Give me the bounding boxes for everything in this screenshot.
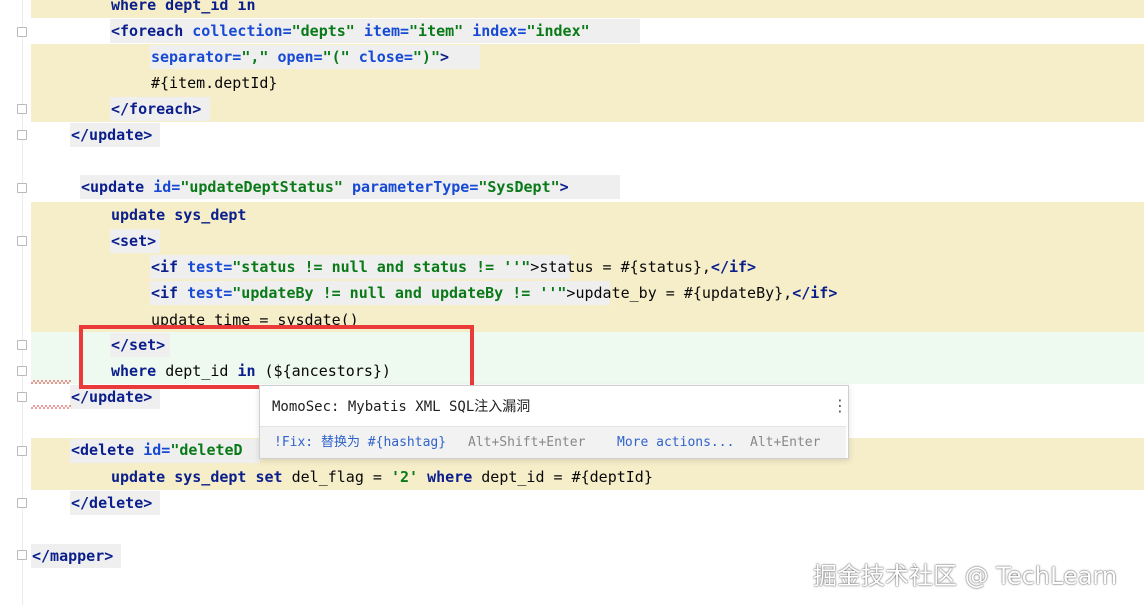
xml-tag-close: > bbox=[559, 178, 569, 196]
xml-attribute: test= bbox=[187, 284, 233, 302]
sql-text: where dept_id in bbox=[111, 0, 256, 14]
kebab-menu-icon[interactable]: ⋮ bbox=[832, 397, 848, 415]
xml-value: "(" bbox=[322, 48, 350, 66]
xml-tag: <set> bbox=[111, 232, 157, 250]
xml-tag: </delete> bbox=[71, 494, 153, 512]
fold-marker[interactable] bbox=[17, 550, 27, 560]
xml-attribute: id= bbox=[153, 178, 181, 196]
sql-text: del_flag = bbox=[291, 468, 382, 486]
xml-tag: <if bbox=[151, 258, 179, 276]
popup-title: MomoSec: Mybatis XML SQL注入漏洞 bbox=[272, 399, 531, 415]
more-actions-link[interactable]: More actions... bbox=[617, 427, 734, 458]
code-line[interactable]: update sys_dept bbox=[111, 202, 246, 228]
xml-attribute: close= bbox=[358, 48, 413, 66]
xml-attribute: open= bbox=[277, 48, 323, 66]
fold-marker[interactable] bbox=[17, 498, 27, 508]
fix-shortcut: Alt+Shift+Enter bbox=[468, 435, 586, 450]
inspection-popup[interactable]: MomoSec: Mybatis XML SQL注入漏洞 ⋮ !Fix: 替换为… bbox=[259, 385, 849, 459]
gutter-divider bbox=[22, 0, 23, 605]
placeholder-text: #{item.deptId} bbox=[151, 74, 278, 92]
watermark: 掘金技术社区 @ TechLearn bbox=[813, 562, 1118, 590]
xml-tag: </if> bbox=[792, 284, 838, 302]
sql-keyword: where bbox=[427, 468, 473, 486]
sql-text: update sys_dept bbox=[111, 206, 247, 224]
xml-attribute: separator= bbox=[151, 48, 242, 66]
xml-tag: <if bbox=[151, 284, 179, 302]
code-line[interactable]: separator="," open="(" close=")"> bbox=[151, 44, 449, 70]
sql-text: >status = #{status}, bbox=[530, 258, 711, 276]
sql-keyword: set bbox=[255, 468, 283, 486]
xml-tag-close: > bbox=[440, 48, 450, 66]
fold-marker[interactable] bbox=[17, 340, 27, 350]
fold-marker[interactable] bbox=[17, 104, 27, 114]
fold-marker[interactable] bbox=[17, 27, 27, 37]
fold-marker[interactable] bbox=[17, 366, 27, 376]
code-line[interactable]: where dept_id in bbox=[111, 0, 256, 18]
fold-marker[interactable] bbox=[17, 392, 27, 402]
code-line[interactable]: </update> bbox=[71, 122, 152, 148]
xml-value: "depts" bbox=[291, 22, 355, 40]
xml-value: "," bbox=[241, 48, 269, 66]
xml-value: "deleteD bbox=[170, 441, 243, 459]
fold-marker[interactable] bbox=[17, 130, 27, 140]
sql-text: dept_id = #{deptId} bbox=[481, 468, 653, 486]
sql-text: >update_by = #{updateBy}, bbox=[566, 284, 793, 302]
sql-string: '2' bbox=[390, 468, 419, 486]
code-line[interactable]: <delete id="deleteD bbox=[71, 437, 243, 463]
xml-tag: </if> bbox=[710, 258, 757, 276]
xml-value: "index" bbox=[526, 22, 590, 40]
xml-attribute: test= bbox=[187, 258, 233, 276]
code-line[interactable]: #{item.deptId} bbox=[151, 70, 277, 96]
code-line[interactable]: <update id="updateDeptStatus" parameterT… bbox=[81, 174, 569, 200]
sql-text: update sys_dept bbox=[111, 468, 247, 486]
error-squiggle bbox=[31, 405, 71, 409]
fold-marker[interactable] bbox=[17, 446, 27, 456]
more-actions-shortcut: Alt+Enter bbox=[750, 435, 821, 450]
xml-tag: <update bbox=[81, 178, 145, 196]
code-line[interactable]: </foreach> bbox=[111, 96, 201, 122]
xml-value: "updateDeptStatus" bbox=[180, 178, 343, 196]
xml-tag: </foreach> bbox=[111, 100, 202, 118]
xml-attribute: parameterType= bbox=[351, 178, 479, 196]
editor-gutter bbox=[0, 0, 30, 605]
code-line[interactable]: </delete> bbox=[71, 490, 152, 516]
annotation-highlight-box bbox=[79, 325, 474, 389]
fold-marker[interactable] bbox=[17, 183, 27, 193]
code-line[interactable]: <if test="status != null and status != '… bbox=[151, 254, 756, 280]
fold-marker[interactable] bbox=[17, 236, 27, 246]
code-line[interactable]: <set> bbox=[111, 228, 156, 254]
xml-value: "item" bbox=[409, 22, 464, 40]
xml-attribute: collection= bbox=[192, 22, 292, 40]
xml-tag: <foreach bbox=[111, 22, 184, 40]
xml-tag: </mapper> bbox=[32, 547, 114, 565]
xml-attribute: id= bbox=[143, 441, 171, 459]
code-line[interactable]: </mapper> bbox=[32, 543, 113, 569]
xml-attribute: index= bbox=[472, 22, 527, 40]
xml-tag: </update> bbox=[71, 388, 153, 406]
xml-value: "updateBy != null and updateBy != ''" bbox=[232, 284, 567, 302]
fix-action-link[interactable]: !Fix: 替换为 #{hashtag} bbox=[274, 427, 446, 458]
error-squiggle bbox=[31, 380, 71, 384]
line-highlight bbox=[31, 228, 1144, 254]
code-line[interactable]: <foreach collection="depts" item="item" … bbox=[111, 18, 590, 44]
code-line[interactable]: update sys_dept set del_flag = '2' where… bbox=[111, 464, 653, 490]
code-line[interactable]: <if test="updateBy != null and updateBy … bbox=[151, 280, 837, 306]
xml-tag: </update> bbox=[71, 126, 153, 144]
xml-value: ")" bbox=[412, 48, 440, 66]
xml-value: "status != null and status != ''" bbox=[232, 258, 531, 276]
xml-attribute: item= bbox=[363, 22, 410, 40]
xml-value: "SysDept" bbox=[478, 178, 560, 196]
popup-actions: !Fix: 替换为 #{hashtag} Alt+Shift+Enter Mor… bbox=[260, 426, 846, 458]
xml-tag: <delete bbox=[71, 441, 135, 459]
